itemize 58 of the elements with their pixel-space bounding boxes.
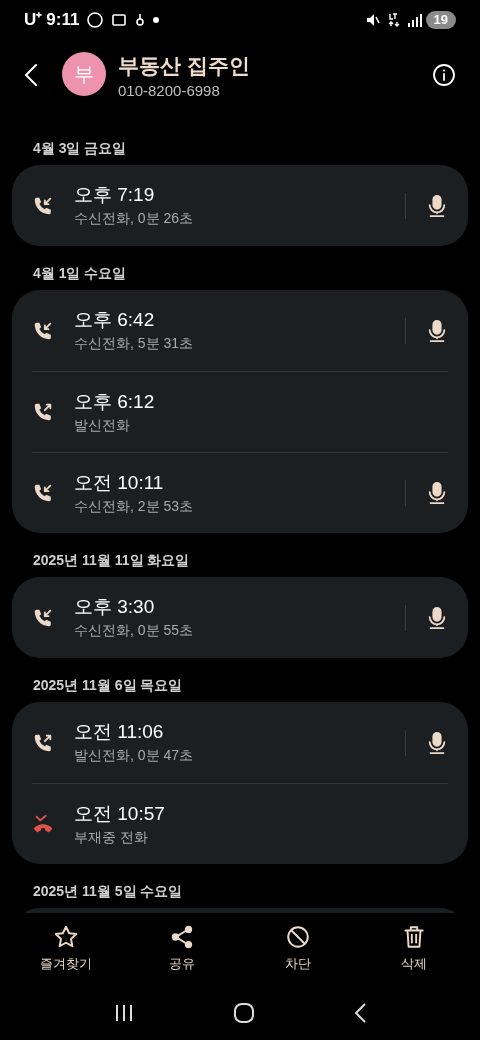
dot-icon	[153, 17, 160, 23]
date-header: 2025년 11월 6일 목요일	[32, 676, 184, 695]
call-entry[interactable]: 오후 7:19 수신전화, 0분 26초	[32, 165, 448, 246]
microphone-icon[interactable]	[426, 481, 448, 505]
microphone-icon[interactable]	[426, 193, 448, 218]
toolbar-button[interactable]: 공유	[142, 924, 222, 974]
call-entry[interactable]: 오후 6:12 발신전화	[32, 371, 448, 452]
toolbar-button[interactable]: 삭제	[374, 924, 454, 974]
info-icon[interactable]	[432, 63, 456, 87]
call-entry[interactable]: 오전 11:06 발신전화, 0분 47초	[32, 702, 448, 783]
call-time: 오후 3:30	[74, 595, 156, 619]
call-time: 오후 6:42	[74, 308, 156, 332]
outgoing-call-icon	[32, 401, 54, 423]
contact-name: 부동산 집주인	[118, 53, 250, 79]
call-time: 오후 7:19	[74, 183, 156, 207]
call-detail: 수신전화, 0분 55초	[74, 621, 195, 640]
clock: 9:11	[46, 9, 80, 32]
date-header: 2025년 11월 11일 화요일	[32, 551, 191, 570]
call-entry[interactable]: 오후 6:42 수신전화, 5분 31초	[32, 290, 448, 371]
notification-icon	[135, 12, 146, 28]
battery-indicator: 19	[425, 11, 456, 29]
screenshot-icon	[111, 12, 128, 28]
call-entry[interactable]: 오후 3:30 수신전화, 0분 55초	[32, 577, 448, 658]
recent-apps-icon[interactable]	[114, 1003, 134, 1022]
delete-icon	[401, 924, 427, 951]
notification-icon	[87, 12, 104, 28]
call-entry[interactable]: 오전 10:57 부재중 전화	[32, 783, 448, 864]
microphone-icon[interactable]	[426, 730, 448, 755]
call-detail: 부재중 전화	[74, 827, 149, 847]
date-header: 2025년 11월 5일 수요일	[32, 882, 184, 901]
call-time: 오전 10:11	[74, 470, 165, 495]
signal-icon	[407, 13, 422, 27]
call-detail: 발신전화	[74, 415, 131, 435]
call-time: 오전 10:57	[74, 801, 166, 826]
contact-avatar: 부	[62, 52, 106, 96]
home-icon[interactable]	[234, 1002, 254, 1023]
share-icon	[169, 924, 195, 951]
incoming-call-icon	[32, 482, 54, 504]
block-icon	[285, 924, 311, 951]
toolbar-button[interactable]: 차단	[258, 924, 338, 974]
microphone-icon[interactable]	[426, 605, 448, 630]
lte-icon	[387, 13, 400, 27]
call-detail: 발신전화, 0분 47초	[74, 746, 195, 765]
call-detail: 수신전화, 0분 26초	[74, 209, 195, 228]
call-time: 오후 6:12	[74, 389, 156, 414]
back-icon[interactable]	[354, 1002, 366, 1023]
call-detail: 수신전화, 2분 53초	[74, 496, 195, 516]
call-time: 오전 11:06	[74, 720, 165, 744]
phone-number: 010-8200-6998	[118, 81, 221, 101]
date-header: 4월 1일 수요일	[32, 264, 128, 283]
call-entry[interactable]: 오전 10:11 수신전화, 2분 53초	[32, 452, 448, 533]
carrier-label: U⁺	[24, 9, 43, 32]
missed-call-icon	[32, 813, 54, 835]
date-header: 4월 3일 금요일	[32, 139, 128, 158]
mute-icon	[365, 13, 380, 27]
toolbar-button[interactable]: 즐겨찾기	[26, 924, 106, 974]
call-detail: 수신전화, 5분 31초	[74, 334, 195, 353]
microphone-icon[interactable]	[426, 318, 448, 343]
